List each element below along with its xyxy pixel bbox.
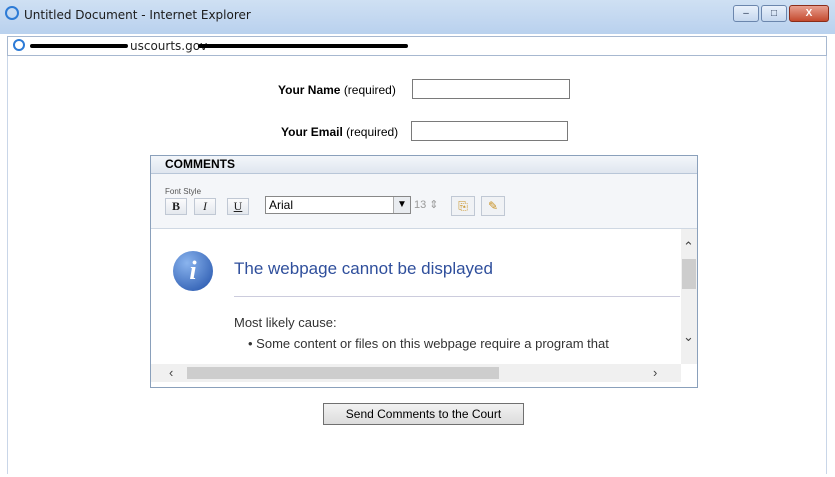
font-family-select[interactable]: Arial ▼ [265, 196, 411, 214]
italic-button[interactable]: I [194, 198, 216, 215]
internet-explorer-icon [5, 6, 19, 20]
error-title: The webpage cannot be displayed [234, 259, 493, 278]
editor-toolbar: Font Style B I U Arial ▼ 13 ⇕ ⎘ ✎ [151, 174, 697, 229]
chevron-down-icon[interactable]: ▼ [393, 197, 410, 213]
highlighter-icon[interactable]: ✎ [481, 196, 505, 216]
address-bar[interactable]: uscourts.gov [7, 36, 827, 56]
font-family-value: Arial [269, 198, 294, 212]
error-cause-item: • Some content or files on this webpage … [248, 336, 609, 351]
error-cause-heading: Most likely cause: [234, 315, 337, 330]
scroll-up-icon[interactable]: ⌃ [683, 239, 694, 255]
window-title: Untitled Document - Internet Explorer [24, 8, 251, 22]
font-size-select[interactable]: 13 ⇕ [414, 198, 439, 211]
horizontal-scrollbar[interactable]: ‹ › [151, 364, 681, 382]
maximize-button[interactable]: □ [761, 5, 787, 22]
name-label: Your Name (required) [278, 83, 396, 97]
redaction-mark [198, 44, 408, 48]
comments-header: COMMENTS [151, 156, 697, 174]
vertical-scroll-thumb[interactable] [682, 259, 696, 289]
info-icon: i [173, 251, 213, 291]
underline-button[interactable]: U [227, 198, 249, 215]
format-painter-icon[interactable]: ⎘ [451, 196, 475, 216]
scroll-left-icon[interactable]: ‹ [169, 365, 173, 380]
page-icon [13, 39, 25, 51]
comments-editor: COMMENTS Font Style B I U Arial ▼ 13 ⇕ ⎘… [150, 155, 698, 388]
email-field[interactable] [411, 121, 568, 141]
close-button[interactable]: X [789, 5, 829, 22]
font-style-label: Font Style [165, 187, 202, 196]
horizontal-scroll-thumb[interactable] [187, 367, 499, 379]
send-comments-button[interactable]: Send Comments to the Court [323, 403, 524, 425]
scroll-down-icon[interactable]: ⌄ [683, 329, 694, 345]
minimize-button[interactable]: – [733, 5, 759, 22]
editor-body[interactable]: i The webpage cannot be displayed Most l… [151, 229, 697, 387]
vertical-scrollbar[interactable]: ⌃ ⌄ [681, 229, 697, 364]
divider [234, 296, 680, 297]
address-url[interactable]: uscourts.gov [130, 39, 207, 53]
window-controls: – □ X [733, 5, 829, 22]
name-field[interactable] [412, 79, 570, 99]
window-titlebar: Untitled Document - Internet Explorer – … [0, 0, 835, 34]
scroll-right-icon[interactable]: › [653, 365, 657, 380]
bold-button[interactable]: B [165, 198, 187, 215]
email-label: Your Email (required) [281, 125, 399, 139]
redaction-mark [30, 44, 128, 48]
